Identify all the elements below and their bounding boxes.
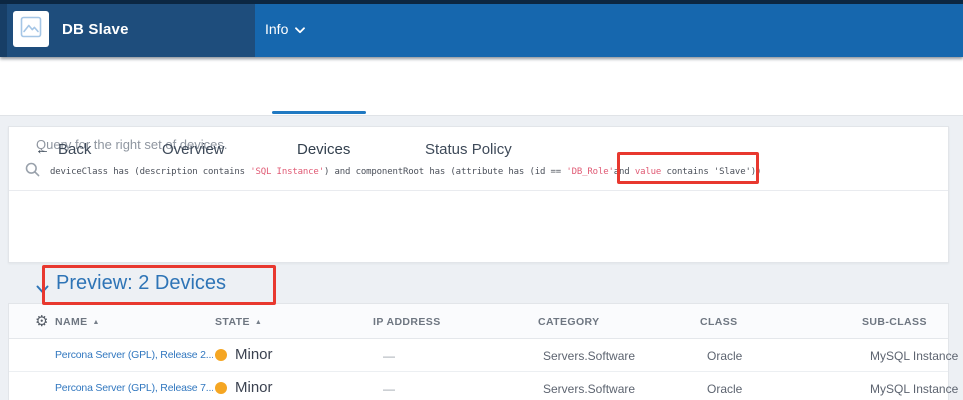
info-dropdown-label: Info [265, 21, 288, 37]
back-button-label: Back [58, 141, 91, 158]
query-token: and [614, 167, 635, 177]
column-header-class[interactable]: CLASS [700, 316, 738, 328]
page: DB Slave Info ← Back Overview Devices St… [0, 0, 963, 400]
app-header: DB Slave Info [0, 0, 963, 57]
minor-status-icon [215, 382, 227, 394]
back-button[interactable]: ← Back [35, 141, 91, 158]
sort-asc-icon: ▲ [93, 319, 100, 326]
column-header-category[interactable]: CATEGORY [538, 316, 600, 328]
column-header-ip-address[interactable]: IP ADDRESS [373, 316, 441, 328]
app-header-left-edge [0, 0, 7, 57]
minor-status-icon [215, 349, 227, 361]
query-token: deviceClass has (description contains [50, 167, 250, 177]
tab-bar: ← Back Overview Devices Status Policy [0, 57, 963, 116]
query-expression: deviceClass has (description contains 'S… [50, 167, 761, 177]
query-token-keyword: value [635, 167, 661, 177]
column-header-sub-class[interactable]: SUB-CLASS [862, 316, 927, 328]
device-class: Oracle [707, 349, 742, 363]
devices-table: ⚙ NAME▲ STATE▲ IP ADDRESS CATEGORY CLASS… [8, 303, 949, 400]
device-state: Minor [235, 346, 273, 363]
page-title: DB Slave [62, 21, 129, 38]
device-ip-address: — [383, 349, 395, 363]
back-arrow-icon: ← [35, 141, 50, 158]
table-header-row: ⚙ NAME▲ STATE▲ IP ADDRESS CATEGORY CLASS… [9, 304, 948, 339]
query-token-string: 'SQL Instance' [250, 167, 324, 177]
device-query-input[interactable]: deviceClass has (description contains 'S… [25, 160, 938, 184]
active-tab-indicator [272, 111, 366, 114]
tab-status-policy[interactable]: Status Policy [425, 141, 512, 158]
query-token-string: 'DB_Role' [566, 167, 613, 177]
query-token: contains 'Slave')) [661, 167, 761, 177]
device-class: Oracle [707, 382, 742, 396]
device-sub-class: MySQL Instance [870, 382, 958, 396]
search-icon [25, 162, 40, 182]
device-category: Servers.Software [543, 349, 635, 363]
device-state: Minor [235, 379, 273, 396]
image-icon [20, 16, 42, 43]
sort-asc-icon: ▲ [255, 319, 262, 326]
column-settings-gear-icon[interactable]: ⚙ [35, 313, 48, 329]
tab-overview[interactable]: Overview [162, 141, 225, 158]
column-header-name[interactable]: NAME▲ [55, 316, 100, 328]
tab-devices[interactable]: Devices [297, 141, 350, 158]
preview-collapse-toggle[interactable] [36, 281, 49, 299]
device-name-link[interactable]: Percona Server (GPL), Release 2... [55, 349, 213, 361]
query-token: ) and componentRoot has (attribute has (… [324, 167, 566, 177]
table-row[interactable]: Percona Server (GPL), Release 2... Minor… [9, 339, 948, 371]
device-sub-class: MySQL Instance [870, 349, 958, 363]
column-header-state[interactable]: STATE▲ [215, 316, 262, 328]
info-dropdown[interactable]: Info [265, 21, 305, 37]
app-header-top-strip [0, 0, 963, 4]
table-row[interactable]: Percona Server (GPL), Release 7... Minor… [9, 371, 948, 400]
device-group-avatar [13, 11, 49, 47]
preview-devices-heading[interactable]: Preview: 2 Devices [56, 272, 226, 295]
device-name-link[interactable]: Percona Server (GPL), Release 7... [55, 382, 213, 394]
query-underline-divider [9, 190, 948, 191]
chevron-down-icon [36, 281, 49, 298]
device-ip-address: — [383, 382, 395, 396]
chevron-down-icon [295, 21, 305, 37]
device-category: Servers.Software [543, 382, 635, 396]
